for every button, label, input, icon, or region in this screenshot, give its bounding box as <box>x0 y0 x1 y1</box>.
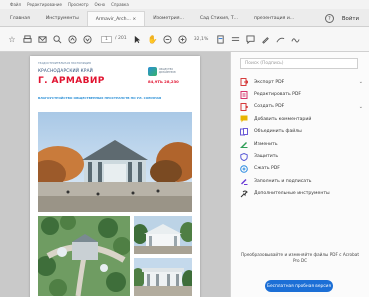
tool-edit-pdf[interactable]: Редактировать PDF <box>240 88 365 100</box>
tab-tools[interactable]: Инструменты <box>38 11 87 26</box>
tool-label: Добавить комментарий <box>254 116 312 122</box>
tool-add-comment[interactable]: Добавить комментарий <box>240 113 365 125</box>
tool-label: Объединить файлы <box>254 129 302 135</box>
park-aerial-render <box>38 216 130 296</box>
logo-text: ОБЩЕСТВО ДИЗАЙНЕРОВ <box>158 68 176 74</box>
pdf-page: ГРАДОСТРОИТЕЛЬНАЯ ЭКСПОЗИЦИЯ КРАСНОДАРСК… <box>30 56 200 297</box>
tool-compress-pdf[interactable]: Сжать PDF <box>240 163 365 175</box>
page-display-icon[interactable] <box>214 33 226 45</box>
tool-combine-files[interactable]: Объединить файлы <box>240 126 365 138</box>
tool-label: Создать PDF <box>254 104 285 110</box>
free-trial-button[interactable]: Бесплатная пробная версия <box>265 280 333 292</box>
organize-icon <box>240 140 248 149</box>
tool-create-pdf[interactable]: Создать PDF ⌄ <box>240 101 365 113</box>
tab-document-3[interactable]: Сад Стихия, Т... <box>192 11 246 26</box>
compress-pdf-icon <box>240 165 248 173</box>
print-icon[interactable] <box>21 33 33 45</box>
tool-label: Защитить <box>254 154 279 160</box>
page-subtitle: БЛАГОУСТРОЙСТВО ОБЩЕСТВЕННЫХ ПРОСТРАНСТВ… <box>38 96 162 100</box>
page-current-input[interactable]: 1 <box>101 35 112 43</box>
toolbar: ☆ 1 / 201 ✋ 32,1% <box>0 27 369 52</box>
zoom-level-select[interactable]: 32,1% <box>194 37 209 42</box>
zoom-out-icon[interactable] <box>162 33 174 45</box>
page-indicator: 1 / 201 <box>101 35 127 43</box>
menu-help[interactable]: Справка <box>111 2 129 7</box>
find-icon[interactable] <box>51 33 63 45</box>
scroll-mode-icon[interactable] <box>229 33 241 45</box>
tool-protect[interactable]: Защитить <box>240 150 365 162</box>
menu-file[interactable]: Файл <box>10 2 21 7</box>
pavilion-render-bottom <box>134 258 192 296</box>
tools-list: Экспорт PDF ⌄ Редактировать PDF Создать … <box>240 76 365 200</box>
tool-more-tools[interactable]: Дополнительные инструменты <box>240 188 365 200</box>
chevron-down-icon[interactable]: ⌄ <box>359 79 363 85</box>
architecture-render-main <box>38 112 192 212</box>
help-icon[interactable]: ? <box>324 14 334 23</box>
menu-view[interactable]: Просмотр <box>68 2 89 7</box>
page-down-icon[interactable] <box>81 33 93 45</box>
combine-files-icon <box>240 127 248 136</box>
tool-label: Экспорт PDF <box>254 79 285 85</box>
menu-edit[interactable]: Редактирование <box>27 2 62 7</box>
create-pdf-icon <box>240 102 248 111</box>
tab-document-2[interactable]: Изометрия... <box>145 11 192 26</box>
select-cursor-icon[interactable] <box>132 33 144 45</box>
page-logo: ОБЩЕСТВО ДИЗАЙНЕРОВ <box>148 65 190 77</box>
tool-fill-sign[interactable]: Заполнить и подписать <box>240 175 365 187</box>
tool-label: Сжать PDF <box>254 166 280 172</box>
tools-pane: Поиск (Подпись) Экспорт PDF ⌄ Редактиров… <box>230 52 369 297</box>
export-pdf-icon <box>240 78 248 87</box>
tool-label: Изменить <box>254 141 278 147</box>
comment-icon[interactable] <box>244 33 256 45</box>
promo-text: Преобразовывайте и изменяйте файлы PDF с… <box>241 252 359 263</box>
logo-mark-icon <box>148 66 157 76</box>
signin-link[interactable]: Войти <box>342 16 359 22</box>
chevron-down-icon[interactable]: ⌄ <box>359 104 363 110</box>
sign-icon[interactable] <box>289 33 301 45</box>
menu-window[interactable]: Окно <box>95 2 106 7</box>
page-city-title: Г. АРМАВИР <box>38 76 105 86</box>
tab-document-active[interactable]: Armavir_Arch... × <box>86 11 146 26</box>
tab-document-4[interactable]: презентация и... <box>246 11 302 26</box>
tool-export-pdf[interactable]: Экспорт PDF ⌄ <box>240 76 365 88</box>
document-view[interactable]: ГРАДОСТРОИТЕЛЬНАЯ ЭКСПОЗИЦИЯ КРАСНОДАРСК… <box>0 52 230 297</box>
page-cost: 84,9ТЬ 28,230 <box>148 79 179 84</box>
tool-organize[interactable]: Изменить <box>240 138 365 150</box>
draw-icon[interactable] <box>274 33 286 45</box>
highlight-pen-icon[interactable] <box>259 33 271 45</box>
edit-pdf-icon <box>240 90 248 99</box>
zoom-in-icon[interactable] <box>177 33 189 45</box>
page-total: / 201 <box>114 35 127 41</box>
fill-sign-icon <box>240 177 248 186</box>
tab-bar-actions: ? Войти <box>324 11 369 26</box>
page-kicker: ГРАДОСТРОИТЕЛЬНАЯ ЭКСПОЗИЦИЯ <box>38 62 91 65</box>
tab-bar: Главная Инструменты Armavir_Arch... × Из… <box>0 9 369 27</box>
email-icon[interactable] <box>36 33 48 45</box>
tool-label: Заполнить и подписать <box>254 178 312 184</box>
page-up-icon[interactable] <box>66 33 78 45</box>
protect-icon <box>240 152 248 161</box>
menu-bar: Файл Редактирование Просмотр Окно Справк… <box>0 0 369 9</box>
tool-label: Редактировать PDF <box>254 92 302 98</box>
hand-tool-icon[interactable]: ✋ <box>147 33 159 45</box>
page-region: КРАСНОДАРСКИЙ КРАЙ <box>38 68 93 73</box>
more-tools-icon <box>240 190 248 198</box>
pavilion-render-top <box>134 216 192 254</box>
tool-label: Дополнительные инструменты <box>254 191 330 197</box>
comment-icon <box>240 115 248 123</box>
bookmark-star-icon[interactable]: ☆ <box>6 33 18 45</box>
tools-search-input[interactable]: Поиск (Подпись) <box>240 58 358 69</box>
tab-home[interactable]: Главная <box>0 11 38 26</box>
